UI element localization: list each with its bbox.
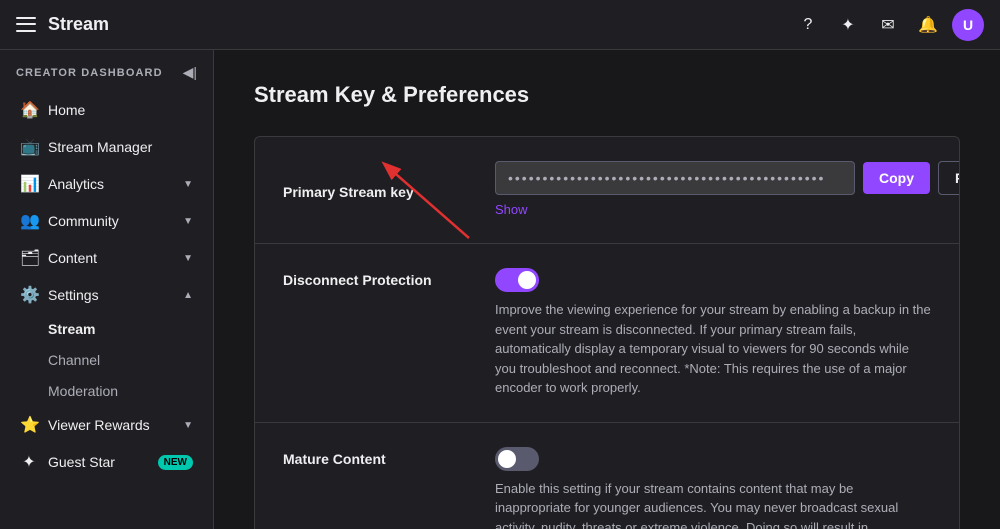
page-title: Stream Key & Preferences (254, 82, 960, 108)
help-icon[interactable]: ? (792, 9, 824, 41)
sidebar-item-settings-label: Settings (48, 287, 173, 303)
collapse-icon[interactable]: ◀| (183, 64, 197, 81)
sidebar-item-community[interactable]: 👥 Community ▼ (4, 203, 209, 239)
home-icon: 🏠 (20, 100, 38, 120)
disconnect-toggle[interactable] (495, 268, 539, 292)
mature-content-row: Mature Content Enable this setting if yo… (255, 423, 959, 529)
stream-manager-icon: 📺 (20, 137, 38, 157)
settings-chevron: ▲ (183, 290, 193, 301)
topbar: Stream ? ✦ ✉ 🔔 U (0, 0, 1000, 50)
sidebar-item-community-label: Community (48, 213, 173, 229)
sparkle-icon[interactable]: ✦ (832, 9, 864, 41)
sidebar-item-viewer-rewards[interactable]: ⭐ Viewer Rewards ▼ (4, 407, 209, 443)
mail-icon[interactable]: ✉ (872, 9, 904, 41)
analytics-chevron: ▼ (183, 179, 193, 190)
community-icon: 👥 (20, 211, 38, 231)
show-link[interactable]: Show (495, 202, 528, 217)
settings-icon: ⚙️ (20, 285, 38, 305)
sidebar-item-home-label: Home (48, 102, 193, 118)
sidebar-sub-stream-label: Stream (48, 321, 95, 337)
notification-icon[interactable]: 🔔 (912, 9, 944, 41)
analytics-icon: 📊 (20, 174, 38, 194)
reset-button[interactable]: Reset (938, 161, 960, 195)
sidebar-sub-item-stream[interactable]: Stream (4, 314, 209, 344)
avatar[interactable]: U (952, 9, 984, 41)
mature-content-content: Enable this setting if your stream conta… (495, 447, 931, 529)
mature-content-label: Mature Content (283, 447, 463, 467)
stream-key-label: Primary Stream key (283, 180, 463, 200)
copy-button[interactable]: Copy (863, 162, 930, 194)
sidebar-item-analytics[interactable]: 📊 Analytics ▼ (4, 166, 209, 202)
mature-description: Enable this setting if your stream conta… (495, 479, 931, 529)
disconnect-protection-label: Disconnect Protection (283, 268, 463, 288)
disconnect-description: Improve the viewing experience for your … (495, 300, 931, 398)
disconnect-protection-row: Disconnect Protection Improve the viewin… (255, 244, 959, 423)
viewer-rewards-chevron: ▼ (183, 420, 193, 431)
guest-star-icon: ✦ (20, 452, 38, 472)
sidebar-sub-channel-label: Channel (48, 352, 100, 368)
topbar-icons: ? ✦ ✉ 🔔 U (792, 9, 984, 41)
sidebar-header: CREATOR DASHBOARD ◀| (0, 50, 213, 91)
sidebar-item-analytics-label: Analytics (48, 176, 173, 192)
stream-key-row: Primary Stream key Copy Reset Show (255, 137, 959, 244)
sidebar-item-content-label: Content (48, 250, 173, 266)
settings-card: Primary Stream key Copy Reset Show Disco… (254, 136, 960, 529)
new-badge: NEW (158, 455, 193, 470)
sidebar-item-stream-manager-label: Stream Manager (48, 139, 193, 155)
sidebar-header-label: CREATOR DASHBOARD (16, 67, 163, 79)
sidebar-item-viewer-rewards-label: Viewer Rewards (48, 417, 173, 433)
sidebar-sub-item-moderation[interactable]: Moderation (4, 376, 209, 406)
main-layout: CREATOR DASHBOARD ◀| 🏠 Home 📺 Stream Man… (0, 50, 1000, 529)
sidebar-sub-moderation-label: Moderation (48, 383, 118, 399)
content-icon: 🗂 (20, 248, 38, 268)
community-chevron: ▼ (183, 216, 193, 227)
content-area: Stream Key & Preferences Primary Stream … (214, 50, 1000, 529)
sidebar: CREATOR DASHBOARD ◀| 🏠 Home 📺 Stream Man… (0, 50, 214, 529)
content-chevron: ▼ (183, 253, 193, 264)
sidebar-item-content[interactable]: 🗂 Content ▼ (4, 240, 209, 276)
menu-icon[interactable] (16, 15, 36, 35)
sidebar-sub-item-channel[interactable]: Channel (4, 345, 209, 375)
stream-key-content: Copy Reset Show (495, 161, 960, 219)
sidebar-item-guest-star-label: Guest Star (48, 454, 142, 470)
stream-key-input-wrapper: Copy Reset (495, 161, 960, 195)
disconnect-protection-content: Improve the viewing experience for your … (495, 268, 931, 398)
sidebar-item-home[interactable]: 🏠 Home (4, 92, 209, 128)
stream-key-input[interactable] (495, 161, 855, 195)
viewer-rewards-icon: ⭐ (20, 415, 38, 435)
mature-content-toggle[interactable] (495, 447, 539, 471)
mature-description-text: Enable this setting if your stream conta… (495, 481, 926, 529)
topbar-title: Stream (48, 14, 780, 35)
sidebar-item-stream-manager[interactable]: 📺 Stream Manager (4, 129, 209, 165)
sidebar-item-settings[interactable]: ⚙️ Settings ▲ (4, 277, 209, 313)
sidebar-item-guest-star[interactable]: ✦ Guest Star NEW (4, 444, 209, 480)
